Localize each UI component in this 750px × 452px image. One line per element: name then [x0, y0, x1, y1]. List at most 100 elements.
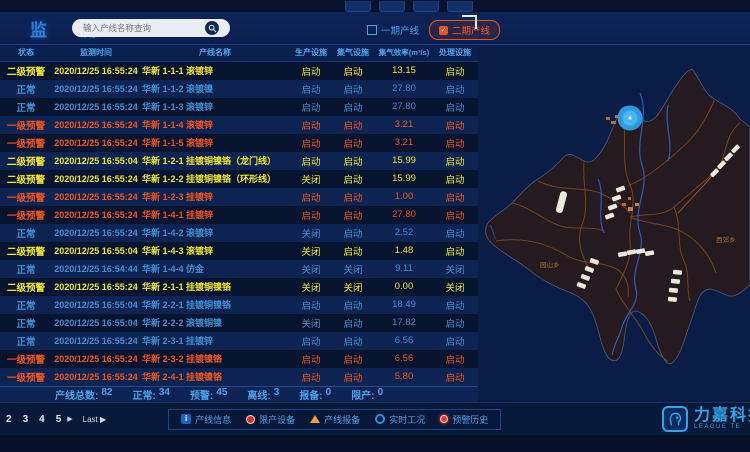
efficiency-cell: 9.11	[374, 263, 434, 274]
table-row[interactable]: 一级预警 2020/12/25 16:55:24 华新 2-4-1 挂镀镍铬 启…	[0, 368, 478, 386]
summary-value: 82	[101, 387, 112, 402]
line-name-cell: 华新 2-3-2 挂镀镍铬	[140, 352, 290, 365]
table-row[interactable]: 二级预警 2020/12/25 16:55:24 华新 2-1-1 挂镀铜镍铬 …	[0, 278, 478, 296]
table-row[interactable]: 正常 2020/12/25 16:54:44 华新 1-4-4 仿金 关闭 关闭…	[0, 260, 478, 278]
time-cell: 2020/12/25 16:55:24	[52, 192, 140, 202]
triangle-icon	[310, 415, 320, 423]
page-button[interactable]: 4	[39, 414, 45, 425]
table-row[interactable]: 正常 2020/12/25 16:55:24 华新 1-1-3 滚镀锌 启动 启…	[0, 98, 478, 116]
efficiency-cell: 17.82	[374, 317, 434, 328]
efficiency-cell: 6.56	[374, 335, 434, 346]
col-line: 产线名称	[140, 47, 290, 58]
status-cell: 正常	[0, 100, 52, 114]
status-cell: 二级预警	[0, 154, 52, 168]
line-name-cell: 华新 1-4-3 滚镀锌	[140, 244, 290, 257]
gas-collection-cell: 启动	[332, 190, 374, 204]
checkbox-icon	[367, 25, 377, 35]
line-name-cell: 华新 1-1-2 滚镀镍	[140, 82, 290, 95]
table-row[interactable]: 正常 2020/12/25 16:55:04 华新 2-2-1 挂镀铜镍铬 启动…	[0, 296, 478, 314]
legend-realtime-status[interactable]: 实时工况	[375, 413, 425, 426]
efficiency-cell: 18.49	[374, 299, 434, 310]
phase1-checkbox[interactable]: 一期产线	[367, 23, 419, 37]
table-row[interactable]: 正常 2020/12/25 16:55:24 华新 1-4-2 滚镀锌 关闭 启…	[0, 224, 478, 242]
summary-item: 限产:0	[351, 387, 383, 402]
gas-collection-cell: 关闭	[332, 280, 374, 294]
gas-collection-cell: 关闭	[332, 262, 374, 276]
treatment-facility-cell: 启动	[434, 244, 476, 258]
time-cell: 2020/12/25 16:55:24	[52, 84, 140, 94]
gas-collection-cell: 启动	[332, 244, 374, 258]
production-facility-cell: 关闭	[290, 172, 332, 186]
table-row[interactable]: 一级预警 2020/12/25 16:55:24 华新 1-1-5 滚镀锌 启动…	[0, 134, 478, 152]
table-header-row: 状态 监测时间 产线名称 生产设施 集气设施 集气效率(m³/s) 处理设施	[0, 45, 478, 62]
status-cell: 一级预警	[0, 118, 52, 132]
gas-collection-cell: 启动	[332, 352, 374, 366]
time-cell: 2020/12/25 16:55:24	[52, 120, 140, 130]
legend-label: 产线信息	[195, 413, 231, 426]
treatment-facility-cell: 启动	[434, 226, 476, 240]
company-logo: 力嘉科技 LEAGUE TE	[662, 406, 750, 432]
legend-warning-history[interactable]: 预警历史	[440, 413, 488, 426]
time-cell: 2020/12/25 16:55:24	[52, 372, 140, 382]
top-decor-strip	[0, 0, 750, 12]
summary-value: 0	[378, 387, 384, 402]
time-cell: 2020/12/25 16:55:04	[52, 156, 140, 166]
phase1-label: 一期产线	[381, 23, 419, 37]
table-row[interactable]: 一级预警 2020/12/25 16:55:24 华新 1-4-1 挂镀锌 启动…	[0, 206, 478, 224]
line-name-cell: 华新 1-4-4 仿金	[140, 262, 290, 275]
county-territory	[486, 69, 750, 364]
search-box[interactable]	[72, 19, 230, 37]
line-name-cell: 华新 2-4-1 挂镀镍铬	[140, 370, 290, 383]
efficiency-cell: 6.56	[374, 353, 434, 364]
map-marker[interactable]	[618, 106, 643, 131]
table-row[interactable]: 一级预警 2020/12/25 16:55:24 华新 1-1-4 滚镀锌 启动…	[0, 116, 478, 134]
status-cell: 二级预警	[0, 172, 52, 186]
status-cell: 一级预警	[0, 136, 52, 150]
table-row[interactable]: 正常 2020/12/25 16:55:04 华新 2-2-2 滚镀铜镍 关闭 …	[0, 314, 478, 332]
table-row[interactable]: 正常 2020/12/25 16:55:24 华新 2-3-1 挂镀锌 启动 启…	[0, 332, 478, 350]
search-icon[interactable]	[205, 21, 219, 35]
gas-collection-cell: 启动	[332, 298, 374, 312]
status-cell: 一级预警	[0, 190, 52, 204]
treatment-facility-cell: 启动	[434, 352, 476, 366]
treatment-facility-cell: 启动	[434, 100, 476, 114]
table-row[interactable]: 二级预警 2020/12/25 16:55:04 华新 1-4-3 滚镀锌 关闭…	[0, 242, 478, 260]
page-button[interactable]: 3	[23, 414, 29, 425]
page-button[interactable]: 5	[56, 414, 62, 425]
summary-value: 34	[159, 387, 170, 402]
legend-line-info[interactable]: i 产线信息	[181, 413, 231, 426]
summary-item: 预警:45	[190, 387, 227, 402]
gas-collection-cell: 启动	[332, 370, 374, 384]
legend-restricted-device[interactable]: 限产设备	[246, 413, 295, 426]
legend-line-report[interactable]: 产线报备	[310, 413, 360, 426]
region-map[interactable]: 园山乡 西郊乡	[478, 45, 750, 402]
page-button[interactable]: 2	[6, 414, 12, 425]
table-row[interactable]: 二级预警 2020/12/25 16:55:24 华新 1-2-2 挂镀铜镍铬（…	[0, 170, 478, 188]
next-page-button[interactable]: ▶	[67, 415, 72, 423]
gas-collection-cell: 启动	[332, 64, 374, 78]
line-name-cell: 华新 1-1-4 滚镀锌	[140, 118, 290, 131]
last-page-button[interactable]: Last ▶	[83, 415, 107, 424]
time-cell: 2020/12/25 16:55:04	[52, 300, 140, 310]
red-circle-icon	[246, 415, 255, 424]
search-input[interactable]	[81, 22, 203, 34]
phase-filter-group: 一期产线 ✓ 二期产线	[367, 20, 500, 40]
table-row[interactable]: 正常 2020/12/25 16:55:24 华新 1-1-2 滚镀镍 启动 启…	[0, 80, 478, 98]
summary-value: 3	[274, 387, 280, 402]
table-row[interactable]: 二级预警 2020/12/25 16:55:04 华新 1-2-1 挂镀铜镍铬（…	[0, 152, 478, 170]
status-cell: 正常	[0, 334, 52, 348]
production-facility-cell: 启动	[290, 154, 332, 168]
col-status: 状态	[0, 47, 52, 58]
bottom-decor-strip	[0, 435, 750, 452]
treatment-facility-cell: 启动	[434, 370, 476, 384]
summary-value: 45	[216, 387, 227, 402]
table-row[interactable]: 一级预警 2020/12/25 16:55:24 华新 1-2-3 挂镀锌 启动…	[0, 188, 478, 206]
efficiency-cell: 27.80	[374, 101, 434, 112]
legend-label: 限产设备	[259, 413, 295, 426]
production-facility-cell: 关闭	[290, 280, 332, 294]
table-row[interactable]: 二级预警 2020/12/25 16:55:24 华新 1-1-1 滚镀锌 启动…	[0, 62, 478, 80]
table-row[interactable]: 一级预警 2020/12/25 16:55:24 华新 2-3-2 挂镀镍铬 启…	[0, 350, 478, 368]
production-facility-cell: 启动	[290, 208, 332, 222]
gas-collection-cell: 启动	[332, 172, 374, 186]
summary-label: 预警:	[190, 387, 213, 402]
